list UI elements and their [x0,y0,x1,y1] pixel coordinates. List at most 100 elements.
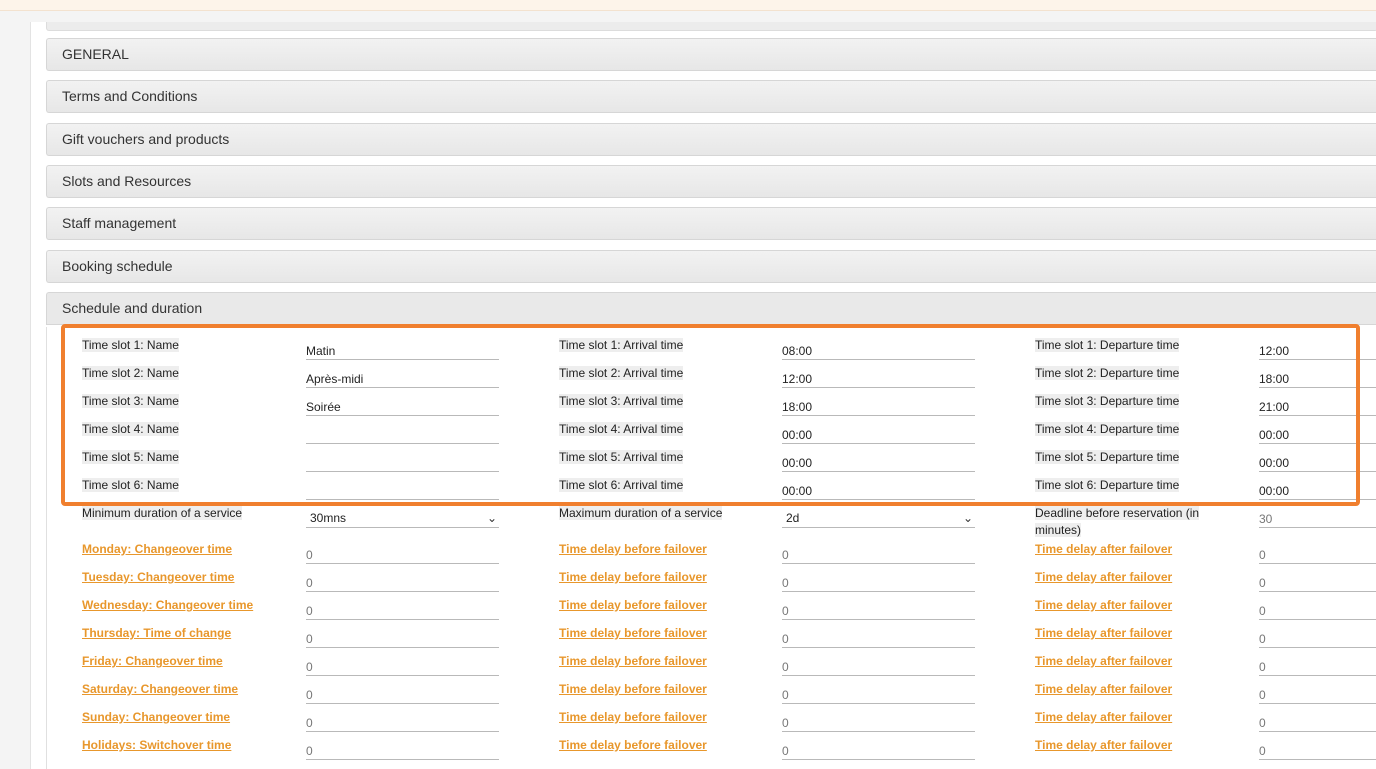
timeslot-departure-label: Time slot 5: Departure time [1035,449,1180,466]
timeslot-departure-input[interactable] [1259,480,1376,500]
timeslot-name-label-text: Time slot 5: Name [82,450,179,464]
delay-after-failover-input[interactable] [1259,712,1376,732]
delay-before-failover-input[interactable] [782,684,975,704]
timeslot-arrival-input[interactable] [782,368,975,388]
day-changeover-link[interactable]: Monday: Changeover time [82,541,232,558]
max-duration-select[interactable]: 2d ⌄ [782,508,975,528]
delay-after-failover-input[interactable] [1259,628,1376,648]
day-changeover-input[interactable] [306,684,499,704]
timeslot-name-label-text: Time slot 1: Name [82,338,179,352]
day-changeover-input[interactable] [306,628,499,648]
day-changeover-link[interactable]: Friday: Changeover time [82,653,223,670]
day-changeover-input[interactable] [306,740,499,760]
timeslot-departure-input[interactable] [1259,396,1376,416]
day-changeover-link[interactable]: Wednesday: Changeover time [82,597,253,614]
delay-after-failover-link[interactable]: Time delay after failover [1035,625,1172,642]
timeslot-arrival-label: Time slot 1: Arrival time [559,337,684,354]
timeslot-arrival-label-text: Time slot 4: Arrival time [559,422,684,436]
top-notice-bar [0,0,1376,11]
delay-after-failover-link[interactable]: Time delay after failover [1035,597,1172,614]
day-changeover-input[interactable] [306,544,499,564]
accordion-schedule-duration[interactable]: Schedule and duration [46,292,1376,325]
delay-after-failover-input[interactable] [1259,684,1376,704]
accordion-staff-management[interactable]: Staff management [46,207,1376,240]
accordion-gift-vouchers[interactable]: Gift vouchers and products [46,123,1376,156]
timeslot-arrival-label-text: Time slot 2: Arrival time [559,366,684,380]
timeslot-name-label-text: Time slot 2: Name [82,366,179,380]
day-changeover-link[interactable]: Sunday: Changeover time [82,709,230,726]
timeslot-name-input[interactable] [306,424,499,444]
day-changeover-link[interactable]: Holidays: Switchover time [82,737,231,754]
timeslot-departure-input[interactable] [1259,340,1376,360]
timeslot-departure-input[interactable] [1259,424,1376,444]
timeslot-departure-input[interactable] [1259,368,1376,388]
accordion-terms[interactable]: Terms and Conditions [46,80,1376,113]
delay-before-failover-input[interactable] [782,740,975,760]
timeslot-departure-label: Time slot 6: Departure time [1035,477,1180,494]
max-duration-value: 2d [786,511,800,525]
timeslot-name-input[interactable] [306,396,499,416]
day-changeover-input[interactable] [306,712,499,732]
delay-before-failover-input[interactable] [782,628,975,648]
day-changeover-input[interactable] [306,656,499,676]
min-duration-select[interactable]: 30mns ⌄ [306,508,499,528]
timeslot-departure-label-text: Time slot 4: Departure time [1035,422,1180,436]
timeslot-arrival-label: Time slot 5: Arrival time [559,449,684,466]
timeslot-arrival-label: Time slot 6: Arrival time [559,477,684,494]
timeslot-arrival-input[interactable] [782,340,975,360]
timeslot-name-input[interactable] [306,452,499,472]
timeslot-arrival-label: Time slot 3: Arrival time [559,393,684,410]
delay-after-failover-link[interactable]: Time delay after failover [1035,737,1172,754]
day-changeover-link[interactable]: Thursday: Time of change [82,625,231,642]
day-changeover-input[interactable] [306,600,499,620]
max-duration-label: Maximum duration of a service [559,505,723,522]
delay-after-failover-link[interactable]: Time delay after failover [1035,709,1172,726]
timeslot-name-label-text: Time slot 3: Name [82,394,179,408]
delay-after-failover-input[interactable] [1259,600,1376,620]
delay-before-failover-input[interactable] [782,544,975,564]
accordion-general[interactable]: GENERAL [46,38,1376,71]
delay-before-failover-input[interactable] [782,712,975,732]
day-changeover-input[interactable] [306,572,499,592]
delay-after-failover-input[interactable] [1259,544,1376,564]
timeslot-arrival-label-text: Time slot 6: Arrival time [559,478,684,492]
timeslot-arrival-input[interactable] [782,452,975,472]
timeslot-name-label: Time slot 6: Name [82,477,179,494]
delay-before-failover-input[interactable] [782,572,975,592]
delay-before-failover-link[interactable]: Time delay before failover [559,541,707,558]
accordion-booking-schedule[interactable]: Booking schedule [46,250,1376,283]
timeslot-name-input[interactable] [306,368,499,388]
delay-after-failover-input[interactable] [1259,656,1376,676]
delay-after-failover-link[interactable]: Time delay after failover [1035,569,1172,586]
timeslot-arrival-input[interactable] [782,480,975,500]
delay-after-failover-link[interactable]: Time delay after failover [1035,653,1172,670]
deadline-input[interactable] [1259,508,1376,528]
timeslot-departure-label-text: Time slot 1: Departure time [1035,338,1180,352]
delay-before-failover-link[interactable]: Time delay before failover [559,597,707,614]
delay-after-failover-input[interactable] [1259,740,1376,760]
timeslot-departure-label: Time slot 4: Departure time [1035,421,1180,438]
delay-before-failover-link[interactable]: Time delay before failover [559,569,707,586]
delay-before-failover-input[interactable] [782,600,975,620]
timeslot-name-input[interactable] [306,480,499,500]
timeslot-departure-label-text: Time slot 3: Departure time [1035,394,1180,408]
accordion-slots-resources[interactable]: Slots and Resources [46,165,1376,198]
delay-before-failover-link[interactable]: Time delay before failover [559,737,707,754]
delay-before-failover-link[interactable]: Time delay before failover [559,625,707,642]
delay-before-failover-input[interactable] [782,656,975,676]
timeslot-name-label: Time slot 4: Name [82,421,179,438]
delay-before-failover-link[interactable]: Time delay before failover [559,681,707,698]
delay-before-failover-link[interactable]: Time delay before failover [559,653,707,670]
timeslot-name-label: Time slot 1: Name [82,337,179,354]
timeslot-arrival-input[interactable] [782,424,975,444]
min-duration-label: Minimum duration of a service [82,505,243,522]
timeslot-departure-input[interactable] [1259,452,1376,472]
day-changeover-link[interactable]: Saturday: Changeover time [82,681,238,698]
delay-after-failover-input[interactable] [1259,572,1376,592]
day-changeover-link[interactable]: Tuesday: Changeover time [82,569,234,586]
timeslot-name-input[interactable] [306,340,499,360]
timeslot-arrival-input[interactable] [782,396,975,416]
delay-before-failover-link[interactable]: Time delay before failover [559,709,707,726]
delay-after-failover-link[interactable]: Time delay after failover [1035,541,1172,558]
delay-after-failover-link[interactable]: Time delay after failover [1035,681,1172,698]
